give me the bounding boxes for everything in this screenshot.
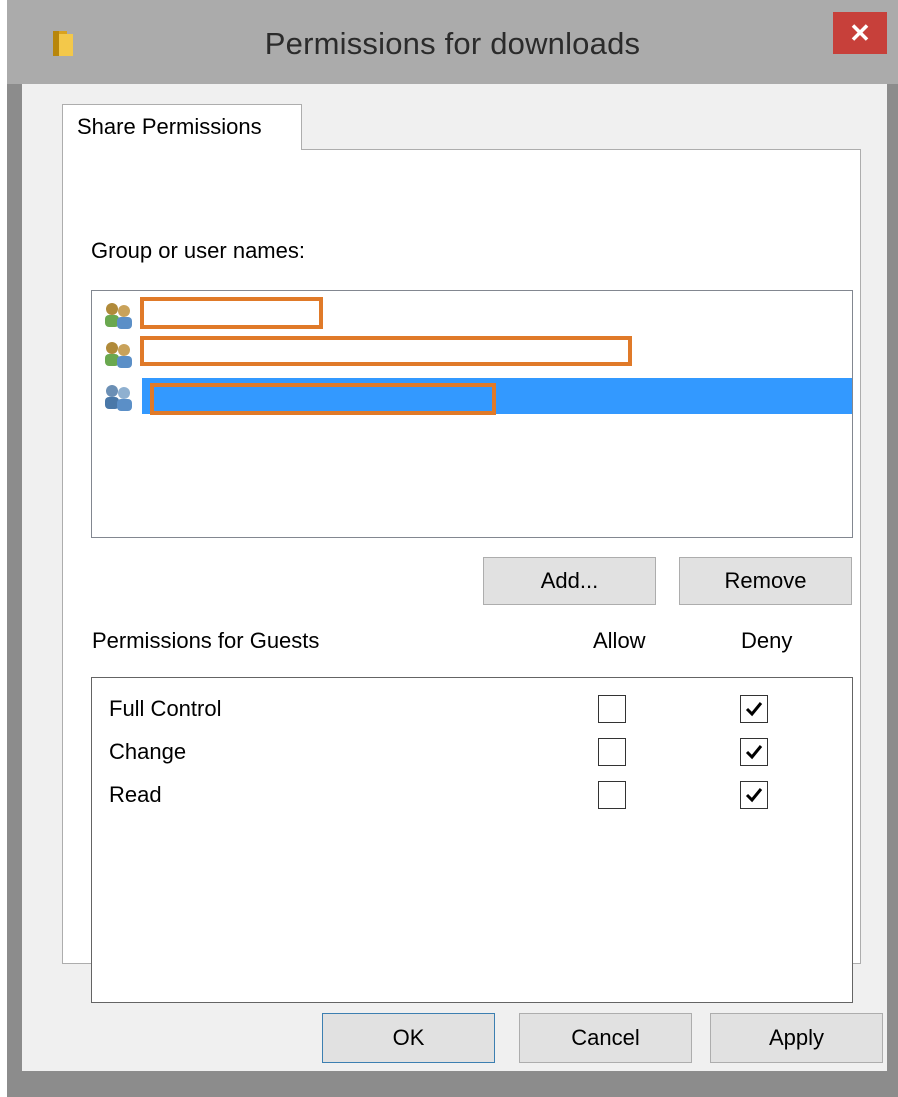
- list-item-selected[interactable]: [92, 378, 852, 415]
- allow-checkbox[interactable]: [598, 695, 626, 723]
- allow-checkbox[interactable]: [598, 738, 626, 766]
- tab-panel: Group or user names: Add... Remove Permi…: [62, 149, 861, 1003]
- permission-row: Read: [92, 776, 852, 816]
- user-list[interactable]: [91, 290, 853, 538]
- permission-name: Full Control: [109, 696, 222, 721]
- permission-name: Read: [109, 782, 162, 807]
- permission-name: Change: [109, 739, 187, 764]
- allow-column-header: Allow: [593, 628, 646, 653]
- users-group-icon: [105, 342, 132, 368]
- permission-row: Full Control: [92, 690, 852, 730]
- window-title: Permissions for downloads: [264, 26, 641, 61]
- redacted-username: [140, 336, 632, 366]
- user-group-blue-icon: [105, 385, 132, 411]
- close-button[interactable]: ✕: [833, 12, 887, 54]
- tab-share-permissions[interactable]: Share Permissions: [62, 104, 302, 150]
- deny-checkbox[interactable]: [740, 738, 768, 766]
- ok-button[interactable]: OK: [322, 1013, 495, 1063]
- list-item[interactable]: [92, 296, 852, 332]
- permissions-dialog: Permissions for downloads ✕ Share Permis…: [7, 0, 898, 1097]
- remove-button[interactable]: Remove: [679, 557, 852, 605]
- list-item[interactable]: [92, 335, 852, 371]
- checkmark-icon: [745, 788, 763, 803]
- allow-checkbox[interactable]: [598, 781, 626, 809]
- users-group-icon: [105, 303, 132, 329]
- cancel-button[interactable]: Cancel: [519, 1013, 692, 1063]
- title-bar[interactable]: Permissions for downloads ✕: [7, 0, 898, 84]
- permissions-header: Permissions for Guests: [92, 628, 320, 653]
- group-names-label: Group or user names:: [91, 238, 305, 263]
- permission-row: Change: [92, 733, 852, 773]
- tab-label: Share Permissions: [77, 114, 262, 139]
- permissions-list: Full Control Change Read: [91, 677, 853, 1003]
- redacted-username: [140, 297, 323, 329]
- deny-checkbox[interactable]: [740, 781, 768, 809]
- dialog-client-area: Share Permissions Group or user names: A…: [22, 84, 887, 1071]
- deny-column-header: Deny: [741, 628, 793, 653]
- deny-checkbox[interactable]: [740, 695, 768, 723]
- checkmark-icon: [745, 745, 763, 760]
- apply-button[interactable]: Apply: [710, 1013, 883, 1063]
- checkmark-icon: [745, 702, 763, 717]
- add-button[interactable]: Add...: [483, 557, 656, 605]
- redacted-username: [150, 383, 496, 415]
